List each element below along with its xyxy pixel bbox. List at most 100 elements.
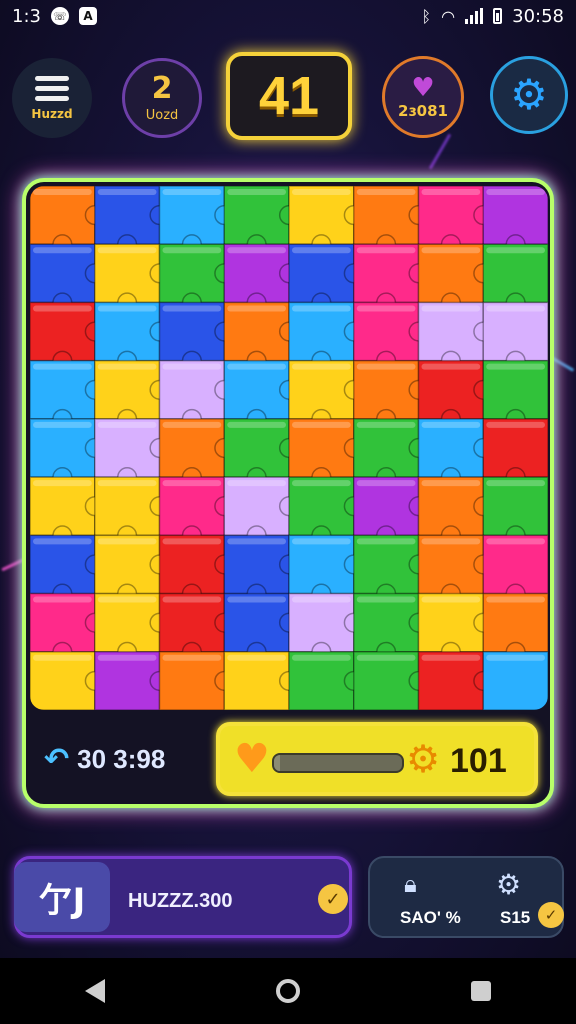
puzzle-piece[interactable] (158, 359, 235, 429)
gear-icon[interactable]: ⚙ (496, 868, 521, 901)
puzzle-piece[interactable] (94, 243, 170, 313)
puzzle-piece[interactable] (30, 186, 105, 255)
puzzle-piece[interactable] (94, 301, 170, 371)
hint-text: HUZZZ.300 (128, 890, 233, 912)
status-bar: 1:3 ☏ A ᛒ ◠ 30:58 (0, 0, 576, 32)
puzzle-piece[interactable] (288, 534, 364, 604)
puzzle-piece[interactable] (353, 418, 429, 488)
puzzle-piece[interactable] (288, 418, 364, 488)
hearts-button[interactable]: ♥ 2ɜ081 (382, 56, 464, 138)
puzzle-piece[interactable] (94, 418, 170, 488)
puzzle-piece[interactable] (30, 651, 105, 710)
puzzle-piece[interactable] (482, 476, 548, 546)
puzzle-piece[interactable] (94, 186, 170, 255)
puzzle-piece[interactable] (30, 301, 105, 371)
puzzle-piece[interactable] (353, 476, 429, 546)
puzzle-piece[interactable] (288, 476, 364, 546)
puzzle-grid[interactable] (30, 186, 548, 710)
puzzle-piece[interactable] (30, 476, 105, 546)
puzzle-piece[interactable] (223, 651, 300, 710)
recents-button[interactable] (470, 981, 491, 1001)
puzzle-piece[interactable] (288, 592, 364, 662)
puzzle-piece[interactable] (30, 243, 105, 313)
puzzle-piece[interactable] (30, 592, 105, 662)
puzzle-piece[interactable] (94, 359, 170, 429)
puzzle-piece[interactable] (353, 359, 429, 429)
puzzle-piece[interactable] (417, 359, 494, 429)
settings-button[interactable]: ⚙ (490, 56, 568, 134)
puzzle-piece[interactable] (288, 301, 364, 371)
puzzle-piece[interactable] (223, 534, 300, 604)
puzzle-piece[interactable] (288, 186, 364, 255)
puzzle-piece[interactable] (353, 243, 429, 313)
puzzle-piece[interactable] (158, 243, 235, 313)
puzzle-piece[interactable] (417, 592, 494, 662)
puzzle-piece[interactable] (158, 301, 235, 371)
puzzle-piece[interactable] (482, 243, 548, 313)
puzzle-piece[interactable] (158, 418, 235, 488)
hint-icon-text: 亇J (38, 880, 86, 921)
puzzle-piece[interactable] (482, 301, 548, 371)
puzzle-piece[interactable] (417, 476, 494, 546)
puzzle-piece[interactable] (353, 186, 429, 255)
gear-icon: ⚙ (510, 70, 548, 119)
shop-panel[interactable]: 🔒︎ SAO' % ⚙ S15 ✓ (368, 856, 564, 938)
puzzle-piece[interactable] (223, 359, 300, 429)
puzzle-piece[interactable] (417, 651, 494, 710)
puzzle-piece[interactable] (30, 418, 105, 488)
puzzle-piece[interactable] (94, 651, 170, 710)
puzzle-piece[interactable] (223, 418, 300, 488)
status-clock: 30:58 (512, 5, 564, 27)
puzzle-board[interactable] (30, 186, 548, 710)
puzzle-piece[interactable] (158, 534, 235, 604)
puzzle-piece[interactable] (353, 651, 429, 710)
undo-icon[interactable]: ↶ (44, 742, 69, 777)
puzzle-piece[interactable] (94, 534, 170, 604)
puzzle-piece[interactable] (223, 476, 300, 546)
hearts-value: 2ɜ081 (398, 102, 448, 120)
puzzle-piece[interactable] (158, 476, 235, 546)
coin-count: 101 (450, 742, 507, 780)
puzzle-piece[interactable] (288, 243, 364, 313)
puzzle-piece[interactable] (353, 534, 429, 604)
puzzle-piece[interactable] (482, 534, 548, 604)
level-indicator[interactable]: 2 Uozd (122, 58, 202, 138)
puzzle-piece[interactable] (417, 534, 494, 604)
hint-button[interactable]: 亇J (14, 862, 110, 932)
puzzle-piece[interactable] (353, 301, 429, 371)
puzzle-piece[interactable] (482, 359, 548, 429)
signal-icon (465, 8, 484, 24)
menu-button[interactable]: Huzzd (12, 58, 92, 138)
puzzle-piece[interactable] (30, 534, 105, 604)
puzzle-piece[interactable] (158, 651, 235, 710)
level-number: 2 (151, 70, 173, 106)
puzzle-piece[interactable] (223, 186, 300, 255)
score-value: 41 (258, 66, 320, 126)
puzzle-piece[interactable] (482, 592, 548, 662)
puzzle-piece[interactable] (417, 186, 494, 255)
home-button[interactable] (275, 979, 300, 1003)
puzzle-piece[interactable] (353, 592, 429, 662)
puzzle-piece[interactable] (482, 418, 548, 488)
puzzle-piece[interactable] (158, 186, 235, 255)
puzzle-piece[interactable] (94, 476, 170, 546)
puzzle-piece[interactable] (223, 243, 300, 313)
puzzle-piece[interactable] (482, 186, 548, 255)
puzzle-piece[interactable] (223, 301, 300, 371)
puzzle-piece[interactable] (417, 243, 494, 313)
puzzle-piece[interactable] (94, 592, 170, 662)
timer: ↶ 30 3:98 (44, 742, 165, 777)
check-icon[interactable]: ✓ (318, 884, 348, 914)
puzzle-piece[interactable] (417, 301, 494, 371)
puzzle-piece[interactable] (288, 359, 364, 429)
check-icon[interactable]: ✓ (538, 902, 564, 928)
lock-icon[interactable]: 🔒︎ (404, 870, 417, 898)
puzzle-piece[interactable] (30, 359, 105, 429)
puzzle-piece[interactable] (288, 651, 364, 710)
puzzle-piece[interactable] (158, 592, 235, 662)
bluetooth-icon: ᛒ (421, 6, 432, 26)
puzzle-piece[interactable] (223, 592, 300, 662)
back-button[interactable] (85, 979, 106, 1003)
puzzle-piece[interactable] (417, 418, 494, 488)
puzzle-piece[interactable] (482, 651, 548, 710)
